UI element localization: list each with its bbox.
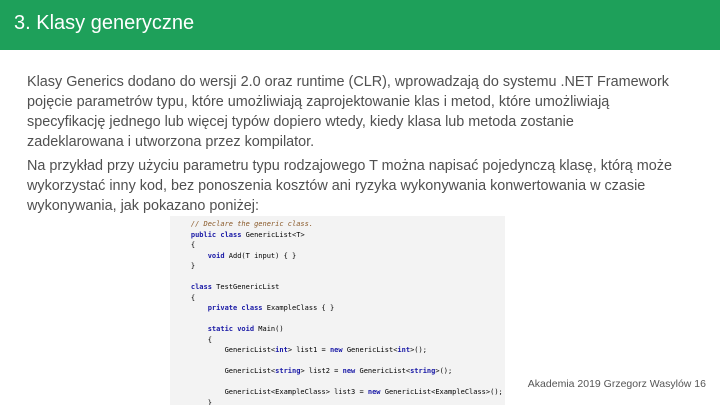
code-line: { <box>207 335 212 344</box>
code-keyword: string <box>275 367 301 375</box>
code-keyword: new <box>329 346 343 354</box>
paragraph-line: wykonywania, jak pokazano poniżej: <box>27 198 259 214</box>
code-comment: // Declare the generic class. <box>190 220 314 228</box>
code-keyword: string <box>410 367 436 375</box>
code-keyword: int <box>275 346 288 354</box>
paragraph-line: wykorzystać inny kod, bez ponoszenia kos… <box>27 178 646 194</box>
code-keyword: private class <box>207 304 263 312</box>
code-keyword: public class <box>190 230 242 239</box>
code-line: private class ExampleClass { } <box>207 304 335 312</box>
paragraph-example: Na przykład przy użyciu parametru typu r… <box>27 156 707 216</box>
code-line: public class GenericList<T> <box>190 230 305 239</box>
paragraph-line: pojęcie parametrów typu, które umożliwia… <box>27 94 610 110</box>
code-line: class TestGenericList <box>190 283 280 291</box>
paragraph-line: Na przykład przy użyciu parametru typu r… <box>27 158 672 174</box>
paragraph-line: zadeklarowana i utworzona przez kompilat… <box>27 134 315 150</box>
code-line: } <box>190 262 196 270</box>
code-line: // Declare the generic class. <box>174 220 313 228</box>
code-line: } <box>207 398 212 405</box>
slide-title: 3. Klasy generyczne <box>14 12 195 34</box>
code-line: GenericList<int> list1 = new GenericList… <box>224 346 427 354</box>
code-keyword: static void <box>207 325 255 333</box>
slide-header: 3. Klasy generyczne <box>0 0 720 50</box>
code-keyword: class <box>190 283 212 291</box>
code-keyword: void <box>207 251 225 260</box>
paragraph-line: specyfikację jednego lub więcej typów do… <box>27 114 574 130</box>
paragraph-line: Klasy Generics dodano do wersji 2.0 oraz… <box>27 74 669 90</box>
code-line: { <box>190 293 196 302</box>
paragraph-intro: Klasy Generics dodano do wersji 2.0 oraz… <box>27 72 707 152</box>
code-keyword: int <box>397 346 411 354</box>
code-sample: // Declare the generic class. public cla… <box>170 216 505 405</box>
slide-footer: Akademia 2019 Grzegorz Wasylów 16 <box>527 378 706 390</box>
code-keyword: new <box>367 388 381 396</box>
code-line: void Add(T input) { } <box>207 251 297 260</box>
code-line: GenericList<string> list2 = new GenericL… <box>224 367 453 375</box>
code-line: { <box>190 241 196 249</box>
code-line: static void Main() <box>207 325 284 333</box>
code-line: GenericList<ExampleClass> list3 = new Ge… <box>224 388 503 396</box>
code-keyword: new <box>342 367 356 375</box>
